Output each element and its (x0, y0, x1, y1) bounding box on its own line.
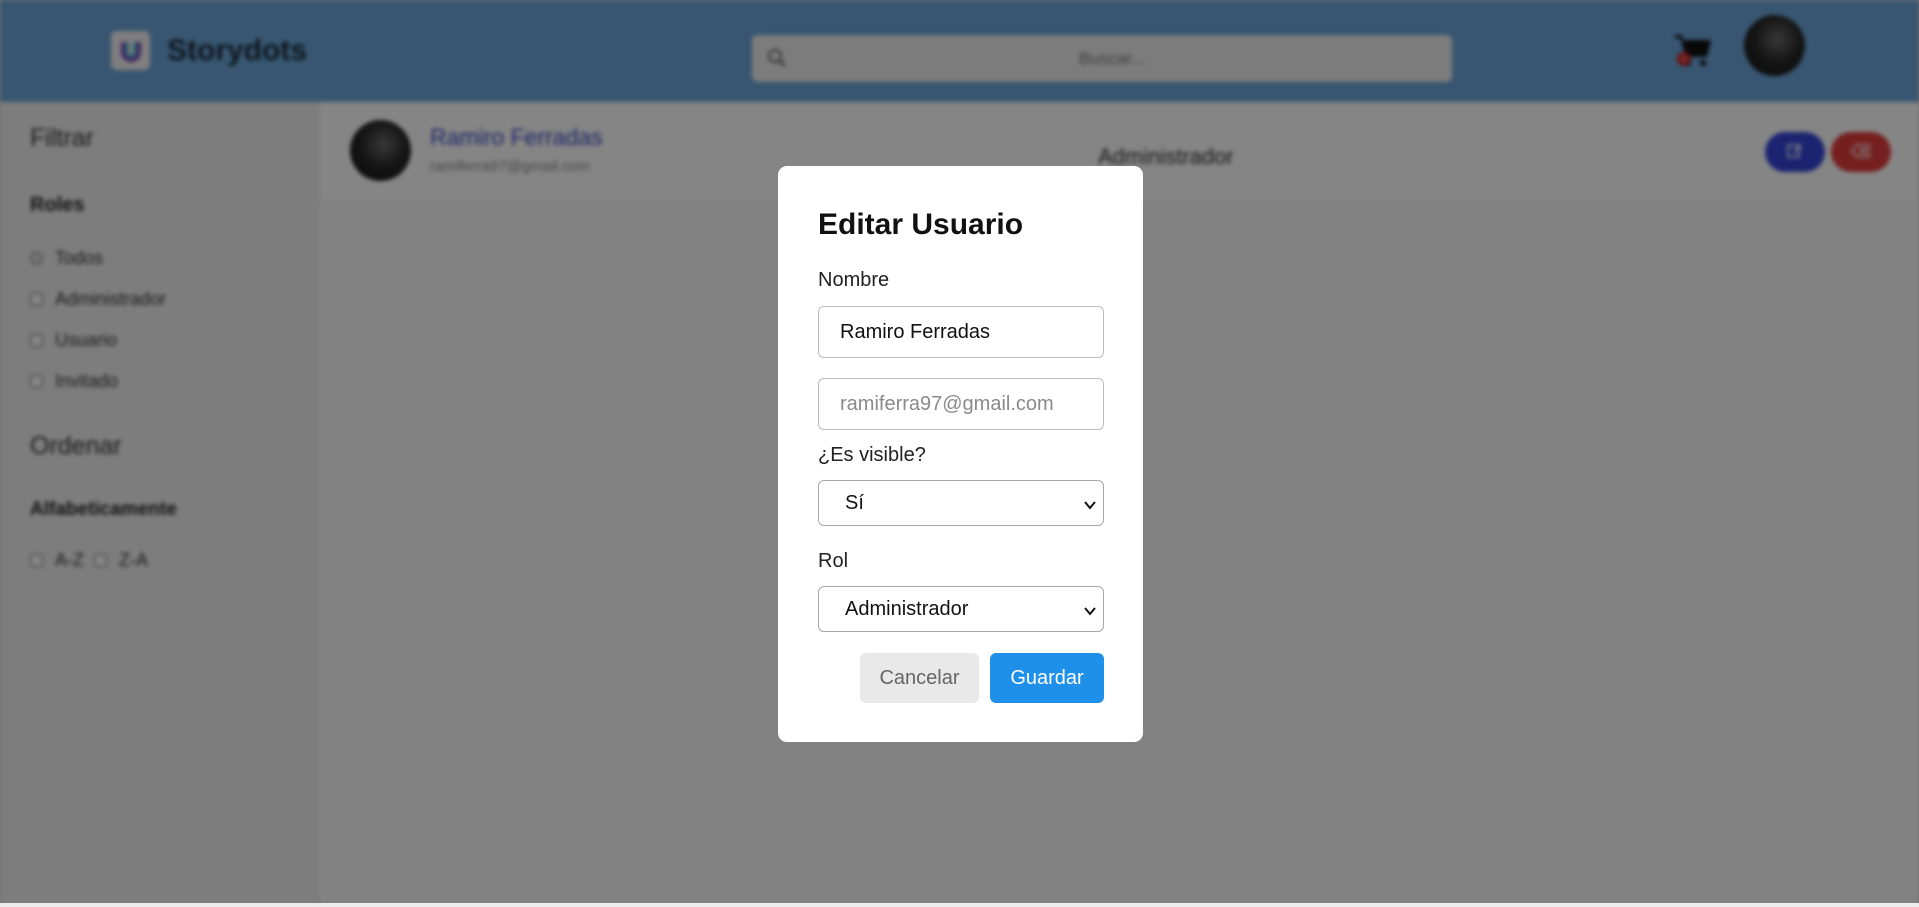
bottom-strip (0, 903, 1919, 907)
cancel-button[interactable]: Cancelar (860, 653, 979, 703)
chevron-down-icon (1083, 601, 1097, 624)
email-field[interactable] (818, 378, 1104, 430)
save-button[interactable]: Guardar (990, 653, 1104, 703)
modal-title: Editar Usuario (818, 208, 1024, 241)
visible-selected-value: Sí (845, 491, 864, 514)
role-select[interactable]: Administrador (818, 586, 1104, 632)
name-label: Nombre (818, 269, 890, 291)
edit-user-modal: Editar Usuario Nombre ¿Es visible? Sí Ro… (778, 166, 1143, 742)
visible-select[interactable]: Sí (818, 480, 1104, 526)
chevron-down-icon (1083, 495, 1097, 518)
visible-label: ¿Es visible? (818, 444, 926, 466)
role-label: Rol (818, 550, 849, 572)
name-field[interactable] (818, 306, 1104, 358)
role-selected-value: Administrador (845, 597, 969, 620)
